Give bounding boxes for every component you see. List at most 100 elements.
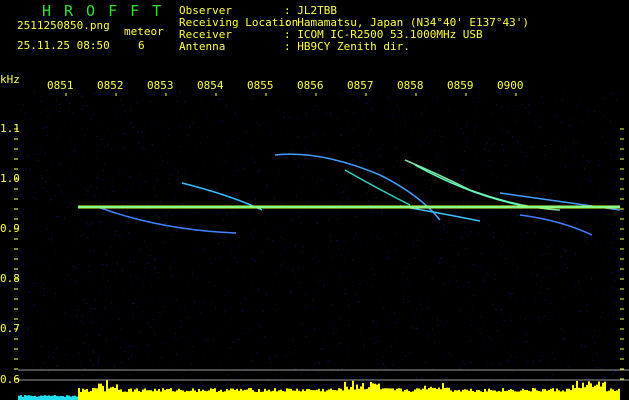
level-bar xyxy=(276,391,278,400)
level-bar xyxy=(250,388,252,400)
level-bar xyxy=(148,390,150,400)
level-bar xyxy=(486,391,488,400)
level-bar xyxy=(436,388,438,400)
level-bar xyxy=(574,388,576,400)
level-bar xyxy=(342,390,344,400)
level-bar xyxy=(242,390,244,400)
level-bar xyxy=(240,388,242,400)
level-bar xyxy=(210,388,212,400)
level-bar xyxy=(562,390,564,400)
meteor-traces xyxy=(97,153,621,236)
level-bar xyxy=(188,391,190,400)
level-bar xyxy=(444,387,446,400)
level-bar xyxy=(504,391,506,400)
level-bar xyxy=(186,390,188,400)
level-bar xyxy=(554,391,556,400)
level-bar xyxy=(542,389,544,400)
level-bar xyxy=(308,389,310,400)
level-bar xyxy=(178,388,180,400)
level-bar xyxy=(252,390,254,400)
level-bar xyxy=(132,391,134,400)
app-title: HROFFT xyxy=(42,2,175,20)
level-bar xyxy=(104,391,106,400)
level-bar xyxy=(154,388,156,400)
level-bar xyxy=(272,390,274,400)
level-bar xyxy=(448,387,450,400)
level-bar xyxy=(222,391,224,400)
level-bar xyxy=(162,388,164,400)
level-bar xyxy=(116,384,118,400)
level-bar xyxy=(536,390,538,400)
level-bar xyxy=(404,389,406,400)
level-bar xyxy=(406,389,408,400)
level-bar xyxy=(534,388,536,400)
level-bar xyxy=(604,381,606,400)
level-bar xyxy=(598,381,600,400)
level-bar xyxy=(470,388,472,400)
level-bar xyxy=(552,388,554,400)
level-bar xyxy=(98,383,100,400)
level-bar xyxy=(40,395,42,400)
level-bar xyxy=(286,388,288,400)
level-bar xyxy=(588,381,590,400)
level-bar xyxy=(302,389,304,400)
level-bar xyxy=(382,388,384,400)
level-bar xyxy=(294,390,296,400)
datetime: 25.11.25 08:50 xyxy=(17,39,110,52)
level-bar xyxy=(202,389,204,400)
level-bar xyxy=(234,389,236,400)
level-bar xyxy=(60,395,62,400)
level-bar xyxy=(380,389,382,400)
level-bar xyxy=(140,391,142,400)
level-bar xyxy=(392,388,394,400)
level-bar xyxy=(124,391,126,400)
level-bar xyxy=(394,390,396,400)
level-bar xyxy=(524,389,526,400)
level-bar xyxy=(110,387,112,400)
meteor-trace xyxy=(404,159,561,211)
level-bar xyxy=(364,389,366,400)
level-bar xyxy=(476,390,478,400)
level-bar xyxy=(74,395,76,400)
level-bar xyxy=(52,395,54,400)
level-bar xyxy=(578,387,580,400)
level-bar xyxy=(416,388,418,400)
level-bar xyxy=(226,389,228,400)
level-bar xyxy=(608,390,610,400)
level-bar xyxy=(400,388,402,400)
level-bar xyxy=(232,388,234,400)
level-bar xyxy=(532,388,534,400)
level-bar xyxy=(510,389,512,400)
level-bar xyxy=(160,391,162,400)
x-tick-label: 0900 xyxy=(497,79,524,92)
level-bar xyxy=(500,391,502,400)
level-bar xyxy=(106,380,108,400)
level-bar xyxy=(502,388,504,400)
level-bar xyxy=(530,391,532,400)
axis-ticks xyxy=(14,93,624,380)
level-bar xyxy=(498,390,500,400)
level-bar xyxy=(422,388,424,400)
level-bar xyxy=(266,390,268,400)
level-bar xyxy=(442,383,444,400)
level-bar xyxy=(334,389,336,400)
level-bar xyxy=(468,390,470,400)
level-bar xyxy=(280,389,282,400)
level-bar xyxy=(344,381,346,400)
level-bar xyxy=(366,388,368,400)
level-bar xyxy=(512,389,514,400)
level-bar xyxy=(586,384,588,400)
level-bar xyxy=(414,389,416,400)
level-bar xyxy=(350,387,352,400)
level-bar xyxy=(84,389,86,400)
level-bar xyxy=(566,388,568,400)
x-tick-label: 0859 xyxy=(447,79,474,92)
level-bar xyxy=(184,391,186,400)
level-bar xyxy=(606,391,608,400)
level-bar xyxy=(594,385,596,400)
level-bar xyxy=(156,390,158,400)
level-bar xyxy=(560,391,562,400)
level-bar xyxy=(356,384,358,400)
level-bar xyxy=(322,388,324,400)
level-bar xyxy=(220,389,222,400)
